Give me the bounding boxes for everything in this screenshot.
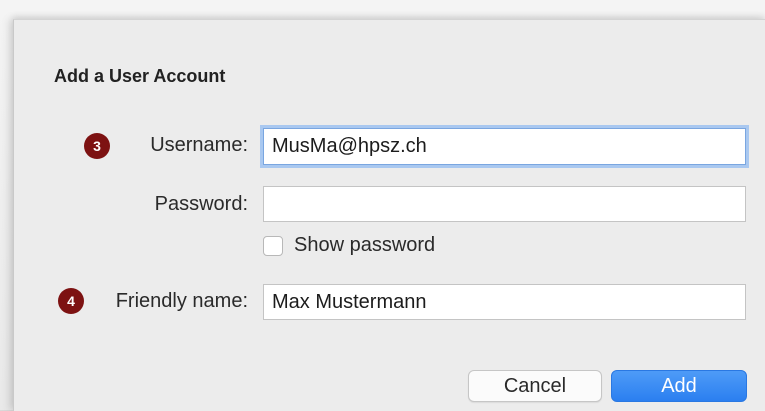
username-field[interactable]: MusMa@hpsz.ch — [263, 128, 746, 165]
friendly-name-field[interactable]: Max Mustermann — [263, 284, 746, 320]
username-value: MusMa@hpsz.ch — [272, 135, 427, 157]
step-badge-4: 4 — [58, 288, 84, 314]
friendly-name-label: Friendly name: — [115, 290, 248, 312]
password-field[interactable] — [263, 186, 746, 222]
cancel-button[interactable]: Cancel — [468, 370, 602, 402]
password-label: Password: — [154, 193, 248, 215]
username-label: Username: — [150, 134, 248, 156]
add-button[interactable]: Add — [611, 370, 747, 402]
dialog-title: Add a User Account — [54, 66, 226, 86]
friendly-name-value: Max Mustermann — [272, 290, 427, 313]
add-user-account-dialog: Add a User Account 3 Username: MusMa@hps… — [13, 19, 765, 411]
show-password-checkbox[interactable] — [263, 236, 283, 256]
show-password-label[interactable]: Show password — [294, 234, 435, 257]
step-badge-3: 3 — [84, 133, 110, 159]
